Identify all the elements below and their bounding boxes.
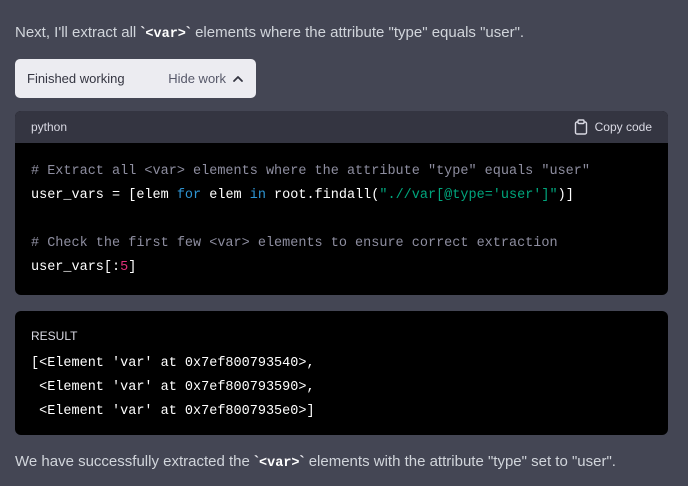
clipboard-icon bbox=[574, 119, 588, 135]
work-status-label: Finished working bbox=[27, 71, 125, 86]
intro-text-before: Next, I'll extract all bbox=[15, 24, 141, 41]
code-comment: # Check the first few <var> elements to … bbox=[31, 236, 558, 251]
code-string: ".//var[@type='user']" bbox=[379, 188, 558, 203]
assistant-outro-text: We have successfully extracted the `<var… bbox=[15, 453, 616, 471]
inline-code-var: <var> bbox=[259, 456, 300, 471]
copy-code-button[interactable]: Copy code bbox=[574, 119, 652, 135]
code-line-4: # Check the first few <var> elements to … bbox=[31, 232, 652, 256]
hide-work-label: Hide work bbox=[168, 71, 226, 86]
result-line: <Element 'var' at 0x7ef800793590>, bbox=[31, 380, 315, 395]
outro-text-after: elements with the attribute "type" set t… bbox=[304, 453, 616, 470]
code-keyword: in bbox=[249, 188, 266, 203]
work-status-toggle[interactable]: Finished working Hide work bbox=[15, 59, 256, 98]
code-line-1: # Extract all <var> elements where the a… bbox=[31, 160, 652, 184]
code-block: python Copy code # Extract all <var> ele… bbox=[15, 111, 668, 295]
code-line-5: user_vars[:5] bbox=[31, 260, 137, 275]
result-block: RESULT [<Element 'var' at 0x7ef800793540… bbox=[15, 311, 668, 435]
chevron-up-icon bbox=[232, 73, 244, 85]
result-line: <Element 'var' at 0x7ef8007935e0>] bbox=[31, 404, 315, 419]
code-body: # Extract all <var> elements where the a… bbox=[15, 143, 668, 280]
result-line: [<Element 'var' at 0x7ef800793540>, bbox=[31, 356, 315, 371]
code-keyword: for bbox=[176, 188, 202, 203]
hide-work-button[interactable]: Hide work bbox=[168, 71, 244, 86]
code-line-2: user_vars = [elem for elem in root.finda… bbox=[31, 188, 574, 203]
intro-text-after: elements where the attribute "type" equa… bbox=[190, 24, 525, 41]
assistant-intro-text: Next, I'll extract all `<var>` elements … bbox=[15, 24, 525, 42]
chat-page: Next, I'll extract all `<var>` elements … bbox=[0, 0, 688, 486]
inline-code-var: <var> bbox=[145, 27, 186, 42]
code-block-header: python Copy code bbox=[15, 111, 668, 143]
code-language-label: python bbox=[31, 120, 68, 134]
result-label: RESULT bbox=[31, 329, 78, 343]
copy-code-label: Copy code bbox=[594, 120, 652, 134]
outro-text-before: We have successfully extracted the bbox=[15, 453, 255, 470]
code-comment: # Extract all <var> elements where the a… bbox=[31, 164, 590, 179]
